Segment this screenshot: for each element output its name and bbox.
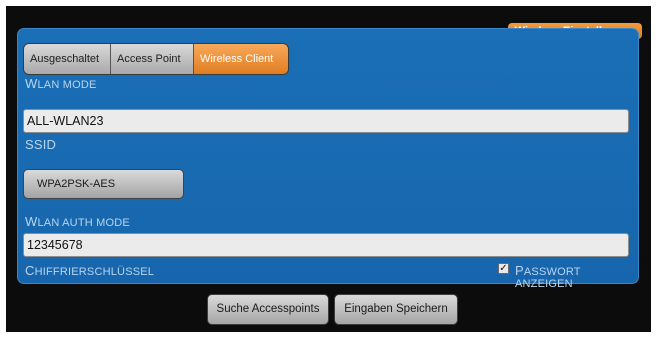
wlan-auth-mode-label: WLAN AUTH MODE (25, 214, 130, 229)
ssid-input[interactable] (23, 109, 629, 133)
wlan-mode-label: WLAN MODE (25, 76, 97, 91)
tab-access-point[interactable]: Access Point (111, 44, 194, 74)
settings-frame: Wireless Einstellungen Ausgeschaltet Acc… (6, 6, 651, 332)
search-accesspoints-button[interactable]: Suche Accesspoints (207, 294, 329, 325)
wireless-settings-panel: Ausgeschaltet Access Point Wireless Clie… (17, 28, 639, 290)
cipher-key-label: CHIFFRIERSCHLÜSSEL (25, 263, 155, 278)
tab-wireless-client[interactable]: Wireless Client (194, 44, 288, 74)
wlan-mode-tabs: Ausgeschaltet Access Point Wireless Clie… (23, 43, 289, 75)
save-inputs-button[interactable]: Eingaben Speichern (334, 294, 458, 325)
key-input[interactable] (23, 233, 629, 257)
tab-ausgeschaltet[interactable]: Ausgeschaltet (24, 44, 111, 74)
show-password-label: PASSWORT ANZEIGEN (515, 263, 581, 290)
auth-mode-select[interactable]: WPA2PSK-AES (23, 169, 184, 199)
show-password-checkbox[interactable]: ✓ (498, 263, 509, 274)
ssid-label: SSID (25, 137, 57, 152)
